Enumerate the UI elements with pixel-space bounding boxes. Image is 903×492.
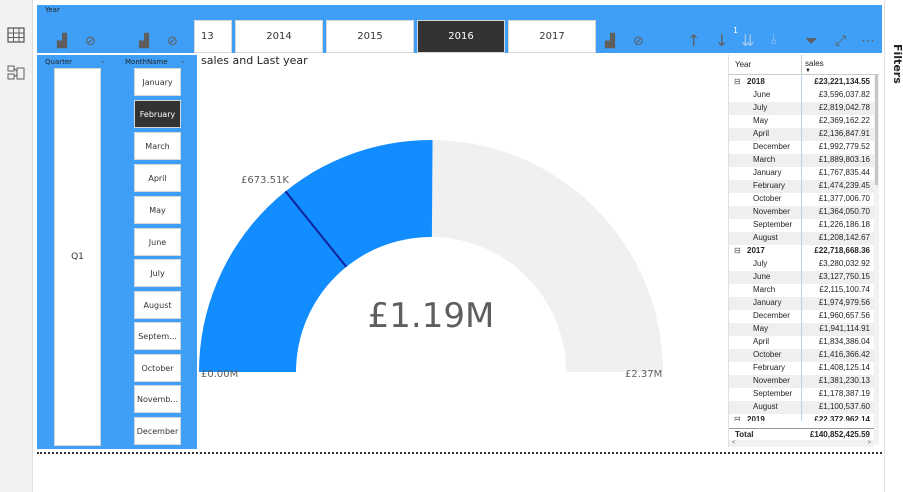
month-item[interactable]: April bbox=[134, 164, 181, 192]
gauge-title: sales and Last year bbox=[201, 54, 308, 67]
matrix-row[interactable]: February £1,408,125.14 bbox=[729, 362, 874, 375]
no-entry-icon[interactable]: ⊘ bbox=[167, 35, 178, 48]
year-tile[interactable]: 2015 bbox=[326, 20, 414, 53]
gauge-fill bbox=[199, 139, 433, 372]
matrix-row[interactable]: April £1,834,386.04 bbox=[729, 336, 874, 349]
matrix-row[interactable]: August £1,208,142.67 bbox=[729, 232, 874, 245]
month-item[interactable]: Septem... bbox=[134, 322, 181, 350]
quarter-slicer-title: Quarter bbox=[45, 58, 73, 66]
matrix-row[interactable]: October £1,416,366.42 bbox=[729, 349, 874, 362]
filters-pane[interactable]: Filters bbox=[884, 0, 903, 492]
arrow-up-icon[interactable]: ↑ bbox=[687, 33, 700, 49]
matrix-row[interactable]: May £1,941,114.91 bbox=[729, 323, 874, 336]
matrix-row[interactable]: January £1,767,835.44 bbox=[729, 167, 874, 180]
gauge-value-label: £1.19M bbox=[368, 296, 495, 336]
year-slicer: Year ▟ ⊘ ▟ ⊘ 13 2014 2015 2016 2017 ▟ ⊘ … bbox=[37, 5, 882, 53]
drill-icon[interactable]: ▟ bbox=[57, 35, 67, 48]
matrix-row[interactable]: December £1,960,657.56 bbox=[729, 310, 874, 323]
matrix-header: Year sales ▼ bbox=[729, 55, 879, 75]
matrix-row[interactable]: March £2,115,100.74 bbox=[729, 284, 874, 297]
collapse-icon: ⊟ bbox=[734, 77, 741, 86]
expand-down-icon[interactable]: ⫰ bbox=[771, 33, 777, 47]
collapse-icon: ⊟ bbox=[734, 246, 741, 255]
matrix-group-row[interactable]: ⊟ 2017 £22,718,668.36 bbox=[729, 245, 874, 258]
drill-icon[interactable]: ▟ bbox=[139, 35, 149, 48]
month-item[interactable]: December bbox=[134, 417, 181, 445]
page-indicator: 1 bbox=[733, 26, 739, 35]
drill-icon[interactable]: ▟ bbox=[605, 35, 615, 48]
matrix-group-row[interactable]: ⊟ 2019 £22,372,962.14 bbox=[729, 414, 874, 421]
gauge-target-label: £673.51K bbox=[241, 175, 289, 186]
sales-gauge[interactable]: £1.19M £0.00M £2.37M £673.51K bbox=[197, 70, 727, 450]
quarter-item[interactable]: Q1 bbox=[54, 68, 101, 446]
more-options-icon[interactable]: ⋯ bbox=[861, 34, 875, 48]
year-tile[interactable]: 2014 bbox=[235, 20, 323, 53]
report-canvas: Year ▟ ⊘ ▟ ⊘ 13 2014 2015 2016 2017 ▟ ⊘ … bbox=[0, 0, 903, 492]
month-item[interactable]: July bbox=[134, 259, 181, 287]
year-tile[interactable]: 2017 bbox=[508, 20, 596, 53]
matrix-row[interactable]: December £1,992,779.52 bbox=[729, 141, 874, 154]
no-entry-icon[interactable]: ⊘ bbox=[85, 35, 96, 48]
double-arrow-down-icon[interactable]: ⇊ bbox=[741, 33, 754, 49]
matrix-row[interactable]: September £1,226,186.18 bbox=[729, 219, 874, 232]
month-item[interactable]: June bbox=[134, 228, 181, 256]
matrix-row[interactable]: January £1,974,979.56 bbox=[729, 297, 874, 310]
month-item[interactable]: March bbox=[134, 132, 181, 160]
year-tile[interactable]: 13 bbox=[194, 20, 232, 53]
year-tile-selected[interactable]: 2016 bbox=[417, 20, 505, 53]
month-slicer-title: MonthName bbox=[125, 58, 168, 66]
matrix-row[interactable]: August £1,100,537.60 bbox=[729, 401, 874, 414]
matrix-row[interactable]: May £2,369,162.22 bbox=[729, 115, 874, 128]
no-entry-icon[interactable]: ⊘ bbox=[633, 35, 644, 48]
quarter-month-slicers: Quarter ⌄ Q1 MonthName ⌄ January Februar… bbox=[37, 55, 197, 449]
horizontal-scrollbar[interactable]: < > bbox=[729, 440, 874, 447]
matrix-row[interactable]: March £1,889,803.16 bbox=[729, 154, 874, 167]
table-view-icon[interactable] bbox=[7, 27, 25, 43]
scroll-right-icon: > bbox=[867, 440, 871, 446]
matrix-row[interactable]: November £1,364,050.70 bbox=[729, 206, 874, 219]
gauge-min-label: £0.00M bbox=[201, 369, 238, 380]
matrix-row[interactable]: July £2,819,042.78 bbox=[729, 102, 874, 115]
matrix-group-row[interactable]: ⊟ 2018 £23,221,134.55 bbox=[729, 76, 874, 89]
month-item[interactable]: October bbox=[134, 354, 181, 382]
filter-icon[interactable]: ⏷ bbox=[805, 33, 818, 49]
month-item[interactable]: May bbox=[134, 196, 181, 224]
collapse-icon: ⊟ bbox=[734, 415, 741, 421]
month-item-selected[interactable]: February bbox=[134, 100, 181, 128]
vertical-scrollbar[interactable] bbox=[874, 75, 879, 445]
matrix-row[interactable]: June £3,127,750.15 bbox=[729, 271, 874, 284]
scroll-thumb[interactable] bbox=[875, 75, 878, 185]
matrix-row[interactable]: February £1,474,239.45 bbox=[729, 180, 874, 193]
column-header-sales[interactable]: sales bbox=[805, 59, 824, 68]
model-view-icon[interactable] bbox=[7, 65, 25, 81]
matrix-row[interactable]: September £1,178,387.19 bbox=[729, 388, 874, 401]
arrow-down-icon[interactable]: ↓ bbox=[715, 33, 728, 49]
scroll-left-icon: < bbox=[732, 440, 736, 446]
matrix-row[interactable]: April £2,136,847.91 bbox=[729, 128, 874, 141]
chevron-down-icon[interactable]: ⌄ bbox=[180, 57, 186, 65]
month-item[interactable]: August bbox=[134, 291, 181, 319]
sales-matrix[interactable]: Year sales ▼ ⊟ 2018 £23,221,134.55 June £3,5… bbox=[728, 55, 879, 447]
view-rail bbox=[0, 0, 33, 492]
matrix-row[interactable]: November £1,381,230.13 bbox=[729, 375, 874, 388]
gauge-max-label: £2.37M bbox=[625, 369, 662, 380]
column-header-year[interactable]: Year bbox=[735, 60, 751, 69]
matrix-row[interactable]: July £3,280,032.92 bbox=[729, 258, 874, 271]
month-item[interactable]: Novemb... bbox=[134, 385, 181, 413]
year-slicer-title: Year bbox=[45, 6, 60, 14]
sort-desc-icon: ▼ bbox=[805, 68, 811, 74]
chevron-down-icon[interactable]: ⌄ bbox=[100, 57, 106, 65]
matrix-row[interactable]: October £1,377,006.70 bbox=[729, 193, 874, 206]
month-item[interactable]: January bbox=[134, 68, 181, 96]
selection-border bbox=[37, 452, 882, 454]
filters-pane-label[interactable]: Filters bbox=[885, 44, 903, 84]
focus-mode-icon[interactable]: ⤢ bbox=[835, 34, 846, 48]
matrix-row[interactable]: June £3,596,037.82 bbox=[729, 89, 874, 102]
